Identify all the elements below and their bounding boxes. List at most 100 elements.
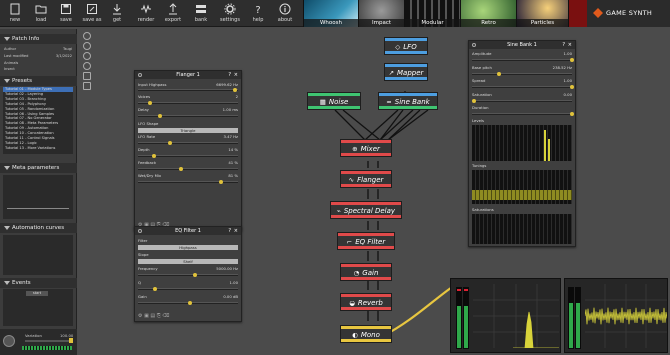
node-noise[interactable]: ▦ Noise (307, 92, 361, 110)
input-highpass-slider[interactable] (138, 88, 238, 92)
lfo-rate-slider[interactable] (138, 141, 238, 145)
save-as-button[interactable]: save as (79, 2, 105, 26)
gain-slider[interactable] (138, 301, 238, 305)
preset-tab-retro[interactable]: Retro (460, 0, 516, 27)
meta-parameters-header[interactable]: Meta parameters (0, 163, 77, 173)
preset-tab-modular[interactable]: Modular (404, 0, 460, 27)
slope-row: Slope (138, 252, 149, 257)
automation-curves-header[interactable]: Automation curves (0, 223, 77, 233)
close-icon[interactable]: × (568, 41, 572, 49)
delay-slider[interactable] (138, 114, 238, 118)
play-button[interactable] (3, 335, 15, 347)
help-icon: ? (255, 5, 260, 15)
event-start[interactable]: start (26, 291, 48, 296)
node-mapper[interactable]: ↗ Mapper (384, 63, 428, 81)
node-eq-filter[interactable]: ⌐ EQ Filter (337, 232, 395, 250)
flanger-icon: ∿ (348, 176, 355, 184)
node-sine-bank[interactable]: ≈ Sine Bank (378, 92, 438, 110)
game-synth-logo-icon (593, 8, 603, 18)
load-button[interactable]: load (28, 2, 54, 26)
power-icon[interactable] (472, 43, 476, 47)
patch-info-header[interactable]: Patch Info (0, 34, 77, 44)
tunings-label: Tunings (472, 163, 487, 168)
node-reverb[interactable]: ◒ Reverb (340, 293, 392, 311)
sine-icon: ≈ (386, 98, 392, 106)
save-button[interactable]: save (53, 2, 79, 26)
export-button[interactable]: export (160, 2, 186, 26)
saturation-row: Saturation 0.00 (472, 92, 572, 97)
lfo-shape-row: LFO Shape (138, 121, 159, 126)
randomize-icon[interactable]: ⚙ ▣ ▤ ⎘ ⌫ (138, 313, 169, 319)
eq-filter-panel: EQ Filter 1? × Filter Highpass Slope Shel… (134, 226, 242, 322)
wet-dry-slider[interactable] (138, 180, 238, 184)
tunings-curve-editor[interactable] (472, 170, 572, 204)
right-level-meter (463, 287, 469, 349)
slope-dropdown[interactable]: Shelf (138, 259, 238, 264)
lfo-rate-row: LFO Rate 3.47 Hz (138, 134, 238, 139)
amplitude-slider[interactable] (472, 58, 574, 62)
preset-list-item[interactable]: Tutorial 13 - More Variations (3, 146, 73, 151)
power-icon[interactable] (138, 73, 142, 77)
close-icon[interactable]: × (234, 227, 238, 235)
depth-slider[interactable] (138, 154, 238, 158)
node-mono[interactable]: ◐ Mono (340, 325, 392, 343)
node-flanger[interactable]: ∿ Flanger (340, 170, 392, 188)
node-mixer[interactable]: ⊕ Mixer (340, 139, 392, 157)
spread-slider[interactable] (472, 85, 574, 89)
settings-button[interactable]: settings (217, 2, 243, 26)
levels-label: Levels (472, 118, 485, 123)
presets-header[interactable]: Presets (0, 76, 77, 86)
q-row: Q 1.00 (138, 280, 238, 285)
preset-tab-whoosh[interactable]: Whoosh (303, 0, 358, 27)
levels-curve-editor[interactable] (472, 125, 572, 161)
sine-bank-panel: Sine Bank 1? × Amplitude 1.00 Base pitch 23… (468, 40, 576, 247)
voices-row: Voices 2 (138, 94, 238, 99)
patch-canvas[interactable]: Flanger 1? × Input Highpass 6699.62 Hz Voi… (78, 28, 670, 355)
power-icon[interactable] (138, 229, 142, 233)
help-icon[interactable]: ? (228, 227, 231, 235)
saturation-slider[interactable] (472, 99, 572, 103)
eq-panel-title: EQ Filter 1? × (135, 227, 241, 235)
mono-icon: ◐ (352, 331, 358, 339)
variation-slider[interactable] (25, 338, 73, 343)
bank-button[interactable]: bank (188, 2, 214, 26)
base-pitch-slider[interactable] (472, 72, 572, 76)
download-icon (113, 4, 121, 15)
help-icon[interactable]: ? (228, 71, 231, 79)
node-lfo[interactable]: ◇ LFO (384, 37, 428, 55)
preset-tab-impact[interactable]: Impact (358, 0, 404, 27)
events-header[interactable]: Events (0, 278, 77, 288)
preset-tab-particles[interactable]: Particles (516, 0, 568, 27)
duration-slider[interactable] (472, 112, 574, 116)
get-button[interactable]: get (104, 2, 130, 26)
tag-row: Insect (4, 67, 15, 71)
file-new-icon (10, 3, 20, 15)
folder-open-icon (35, 5, 47, 14)
help-icon[interactable]: ? (562, 41, 565, 49)
node-gain[interactable]: ◔ Gain (340, 263, 392, 281)
preset-tab-more[interactable] (568, 0, 587, 27)
node-spectral-delay[interactable]: ⌁ Spectral Delay (330, 201, 402, 219)
render-icon (141, 4, 151, 14)
about-button[interactable]: about (272, 2, 298, 26)
new-button[interactable]: new (2, 2, 28, 26)
spectrum-plot (473, 284, 559, 348)
saturations-curve-editor[interactable] (472, 214, 572, 244)
help-button[interactable]: ? help (245, 2, 271, 26)
filter-type-dropdown[interactable]: Highpass (138, 245, 238, 250)
q-slider[interactable] (138, 287, 238, 291)
filter-type-row: Filter (138, 238, 148, 243)
preset-list[interactable]: Tutorial 01 - Module Types Tutorial 02 - … (3, 87, 73, 154)
events-area: start (3, 289, 73, 326)
close-icon[interactable]: × (234, 71, 238, 79)
feedback-row: Feedback 41 % (138, 160, 238, 165)
feedback-slider[interactable] (138, 167, 238, 171)
spectrum-scope (450, 278, 561, 353)
left-level-meter (456, 287, 462, 349)
voices-slider[interactable] (138, 101, 238, 105)
spectral-delay-icon: ⌁ (336, 207, 341, 215)
duration-row: Duration (472, 105, 489, 110)
lfo-shape-dropdown[interactable]: Triangle (138, 128, 238, 133)
render-button[interactable]: render (133, 2, 159, 26)
frequency-slider[interactable] (138, 273, 238, 277)
